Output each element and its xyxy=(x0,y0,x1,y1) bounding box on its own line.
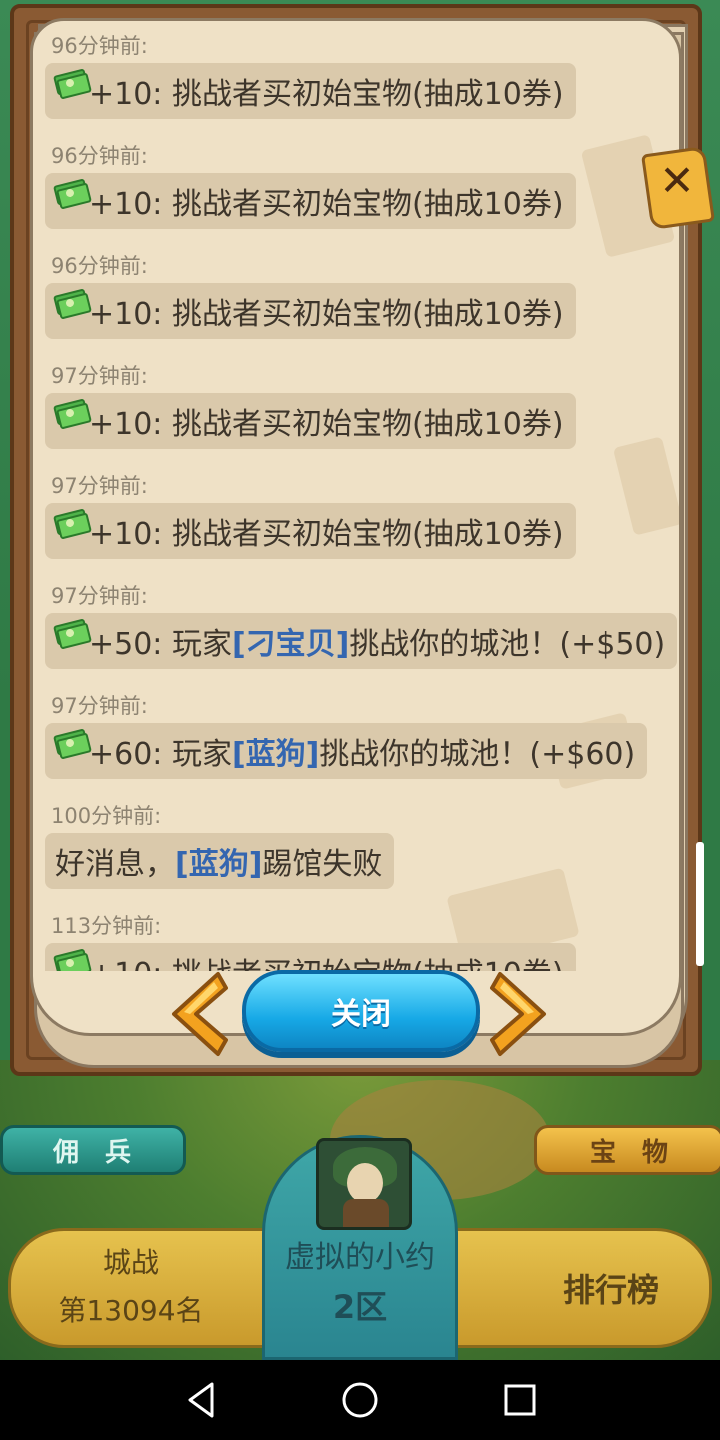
entry-bubble: +10: 挑战者买初始宝物(抽成10券) xyxy=(45,63,576,119)
x-close-icon[interactable]: ✕ xyxy=(641,142,715,231)
player-avatar[interactable] xyxy=(316,1138,412,1230)
entry-time: 96分钟前: xyxy=(51,254,148,278)
player-name-link[interactable]: [蓝狗] xyxy=(232,729,319,773)
entry-text-post: 挑战你的城池！(+$50) xyxy=(349,627,666,662)
entry-time: 97分钟前: xyxy=(51,694,148,718)
leaderboard-button[interactable]: 排行榜 xyxy=(511,1231,711,1345)
entry-text: +10: 挑战者买初始宝物(抽成10券) xyxy=(89,297,564,332)
entry-text: +10: 挑战者买初始宝物(抽成10券) xyxy=(89,77,564,112)
entry-time: 97分钟前: xyxy=(51,474,148,498)
close-button[interactable]: 关闭 xyxy=(242,970,480,1052)
money-icon xyxy=(53,508,92,540)
next-page-button[interactable] xyxy=(488,968,558,1060)
system-nav-bar xyxy=(0,1360,720,1440)
entry-bubble: +10: 挑战者买初始宝物(抽成10券) xyxy=(45,393,576,449)
entry-bubble: +10: 挑战者买初始宝物(抽成10券) xyxy=(45,283,576,339)
player-name-link[interactable]: [蓝狗] xyxy=(175,839,262,883)
list-item: 100分钟前: 好消息， [蓝狗] 踢馆失败 xyxy=(45,803,395,889)
entry-time: 97分钟前: xyxy=(51,584,148,608)
chevron-right-icon xyxy=(490,972,546,1056)
entry-time: 96分钟前: xyxy=(51,34,148,58)
money-icon xyxy=(53,178,92,210)
money-icon xyxy=(53,288,92,320)
home-circle-icon xyxy=(342,1382,378,1418)
player-name-link[interactable]: [刁宝贝] xyxy=(232,619,349,663)
log-list[interactable]: 96分钟前: +10: 挑战者买初始宝物(抽成10券) 96分钟前: +10: … xyxy=(33,21,679,971)
prev-page-button[interactable] xyxy=(160,968,230,1060)
x-close-glyph: ✕ xyxy=(659,156,695,205)
money-icon xyxy=(53,68,92,100)
avatar-face xyxy=(347,1163,383,1203)
treasure-tab[interactable]: 宝物 xyxy=(534,1125,720,1175)
entry-bubble: +10: 挑战者买初始宝物(抽成10券) xyxy=(45,503,576,559)
money-icon xyxy=(53,728,92,760)
money-icon xyxy=(53,948,92,971)
mercenary-tab[interactable]: 佣兵 xyxy=(0,1125,186,1175)
list-item: 97分钟前: +60: 玩家 [蓝狗] 挑战你的城池！(+$60) xyxy=(45,693,648,779)
list-item: 97分钟前: +10: 挑战者买初始宝物(抽成10券) xyxy=(45,473,576,559)
entry-time: 97分钟前: xyxy=(51,364,148,388)
entry-text-post: 挑战你的城池！(+$60) xyxy=(319,737,636,772)
entry-bubble: +10: 挑战者买初始宝物(抽成10券) xyxy=(45,173,576,229)
server-zone: 2区 xyxy=(332,1288,388,1326)
entry-bubble: +50: 玩家 [刁宝贝] 挑战你的城池！(+$50) xyxy=(45,613,678,669)
entry-bubble: 好消息， [蓝狗] 踢馆失败 xyxy=(45,833,395,889)
log-page: 96分钟前: +10: 挑战者买初始宝物(抽成10券) 96分钟前: +10: … xyxy=(30,18,682,1036)
avatar-body xyxy=(343,1199,389,1227)
chevron-left-icon xyxy=(172,972,228,1056)
entry-time: 113分钟前: xyxy=(51,914,162,938)
entry-text-post: 踢馆失败 xyxy=(262,847,383,882)
city-battle-label: 城战 xyxy=(102,1246,159,1279)
back-button[interactable] xyxy=(180,1378,224,1422)
list-item: 96分钟前: +10: 挑战者买初始宝物(抽成10券) xyxy=(45,33,576,119)
entry-time: 100分钟前: xyxy=(51,804,162,828)
entry-text-pre: +50: 玩家 xyxy=(89,627,232,662)
entry-text-pre: 好消息， xyxy=(55,847,175,882)
recents-button[interactable] xyxy=(498,1378,542,1422)
entry-text: +10: 挑战者买初始宝物(抽成10券) xyxy=(89,407,564,442)
money-icon xyxy=(53,398,92,430)
recents-square-icon xyxy=(504,1384,536,1416)
entry-time: 96分钟前: xyxy=(51,144,148,168)
money-icon xyxy=(53,618,92,650)
server-name: 虚拟的小约 xyxy=(285,1240,435,1275)
entry-text: +10: 挑战者买初始宝物(抽成10券) xyxy=(89,517,564,552)
list-item: 97分钟前: +50: 玩家 [刁宝贝] 挑战你的城池！(+$50) xyxy=(45,583,678,669)
entry-bubble: +60: 玩家 [蓝狗] 挑战你的城池！(+$60) xyxy=(45,723,648,779)
entry-bubble: +10: 挑战者买初始宝物(抽成10券) xyxy=(45,943,576,971)
home-button[interactable] xyxy=(338,1378,382,1422)
entry-text-pre: +60: 玩家 xyxy=(89,737,232,772)
list-item: 97分钟前: +10: 挑战者买初始宝物(抽成10券) xyxy=(45,363,576,449)
rank-text: 第13094名 xyxy=(58,1294,204,1327)
back-triangle-icon xyxy=(188,1382,214,1418)
entry-text: +10: 挑战者买初始宝物(抽成10券) xyxy=(89,187,564,222)
list-item: 113分钟前: +10: 挑战者买初始宝物(抽成10券) xyxy=(45,913,576,971)
city-battle-panel[interactable]: 城战 第13094名 xyxy=(11,1231,251,1345)
list-item: 96分钟前: +10: 挑战者买初始宝物(抽成10券) xyxy=(45,253,576,339)
log-scrollbar[interactable] xyxy=(696,842,704,966)
list-item: 96分钟前: +10: 挑战者买初始宝物(抽成10券) xyxy=(45,143,576,229)
